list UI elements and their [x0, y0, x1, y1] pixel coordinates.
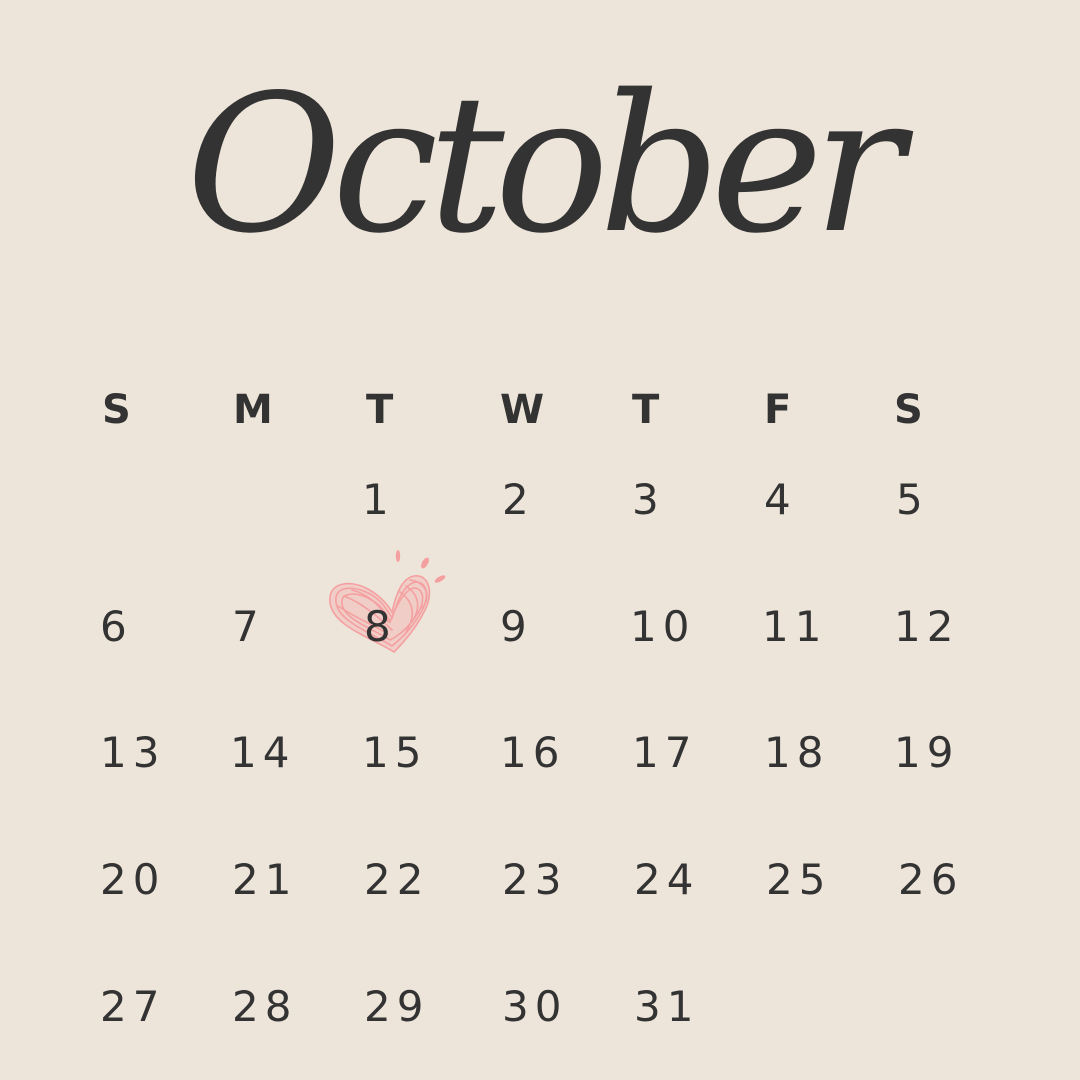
day-31[interactable]: 31: [634, 972, 744, 1042]
weekday-thu: T: [632, 387, 660, 433]
weekday-mon: M: [233, 387, 273, 433]
day-23[interactable]: 23: [502, 845, 612, 915]
day-30[interactable]: 30: [502, 972, 612, 1042]
day-3[interactable]: 3: [632, 465, 742, 535]
day-8[interactable]: 8: [364, 592, 474, 662]
weekday-sat: S: [894, 387, 923, 433]
day-21[interactable]: 21: [232, 845, 342, 915]
day-6[interactable]: 6: [100, 592, 210, 662]
month-title: October: [186, 54, 904, 275]
day-5[interactable]: 5: [896, 465, 1006, 535]
day-28[interactable]: 28: [232, 972, 342, 1042]
day-27[interactable]: 27: [100, 972, 210, 1042]
day-25[interactable]: 25: [766, 845, 876, 915]
day-29[interactable]: 29: [364, 972, 474, 1042]
weekday-fri: F: [764, 387, 792, 433]
day-17[interactable]: 17: [632, 718, 742, 788]
weekday-wed: W: [500, 387, 545, 433]
day-20[interactable]: 20: [100, 845, 210, 915]
day-26[interactable]: 26: [898, 845, 1008, 915]
day-14[interactable]: 14: [230, 718, 340, 788]
day-19[interactable]: 19: [894, 718, 1004, 788]
day-15[interactable]: 15: [362, 718, 472, 788]
day-22[interactable]: 22: [364, 845, 474, 915]
day-2[interactable]: 2: [502, 465, 612, 535]
day-12[interactable]: 12: [894, 592, 1004, 662]
day-10[interactable]: 10: [630, 592, 740, 662]
day-4[interactable]: 4: [764, 465, 874, 535]
day-11[interactable]: 11: [762, 592, 872, 662]
day-18[interactable]: 18: [764, 718, 874, 788]
day-16[interactable]: 16: [500, 718, 610, 788]
day-1[interactable]: 1: [362, 465, 472, 535]
weekday-tue: T: [366, 387, 394, 433]
day-24[interactable]: 24: [634, 845, 744, 915]
weekday-sun: S: [102, 387, 131, 433]
day-13[interactable]: 13: [100, 718, 210, 788]
day-9[interactable]: 9: [500, 592, 610, 662]
